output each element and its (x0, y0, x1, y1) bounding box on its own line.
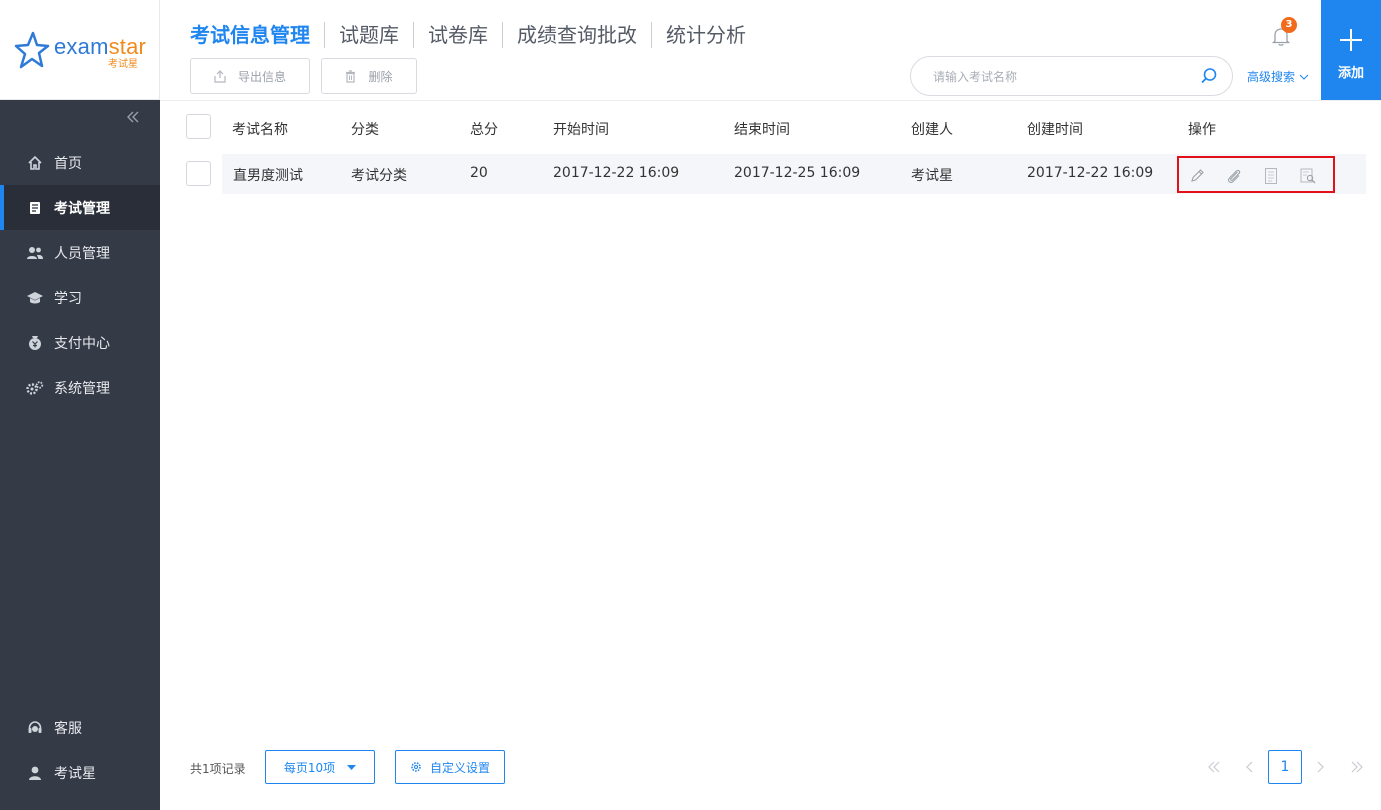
cell-creator: 考试星 (911, 168, 953, 184)
chevron-down-icon (1299, 74, 1309, 80)
custom-settings-label: 自定义设置 (429, 760, 490, 775)
add-button[interactable]: 添加 (1321, 0, 1381, 100)
custom-settings-button[interactable]: 自定义设置 (395, 750, 505, 784)
search-input[interactable] (933, 67, 1183, 87)
sidebar-item-label: 考试星 (54, 765, 96, 782)
next-page-icon[interactable] (1303, 750, 1337, 784)
sidebar-item-exam-management[interactable]: 考试管理 (0, 185, 160, 230)
total-records: 共1项记录 (190, 762, 246, 776)
tab-statistics[interactable]: 统计分析 (651, 22, 760, 48)
export-icon (214, 69, 226, 83)
sidebar-item-label: 首页 (54, 155, 82, 172)
sidebar-item-system[interactable]: 系统管理 (0, 365, 160, 410)
sidebar-item-label: 人员管理 (54, 245, 110, 262)
add-label: 添加 (1337, 66, 1364, 81)
tab-question-bank[interactable]: 试题库 (324, 22, 413, 48)
caret-down-icon (347, 764, 357, 770)
payment-icon (26, 334, 44, 352)
sidebar-item-label: 支付中心 (54, 335, 110, 352)
last-page-icon[interactable] (1340, 750, 1374, 784)
sidebar-item-label: 客服 (54, 720, 82, 737)
logo[interactable]: examstar 考试星 (0, 0, 160, 100)
export-button[interactable]: 导出信息 (190, 58, 310, 94)
search-box (910, 56, 1233, 96)
tab-exam-info[interactable]: 考试信息管理 (190, 22, 324, 48)
sidebar-item-customer-service[interactable]: 客服 (0, 705, 160, 750)
row-actions-highlight (1177, 156, 1335, 193)
delete-label: 删除 (368, 69, 393, 84)
column-header-end-time: 结束时间 (734, 122, 790, 138)
advanced-search-label: 高级搜索 (1247, 70, 1296, 84)
cell-category: 考试分类 (351, 168, 407, 184)
sidebar-item-label: 考试管理 (54, 200, 110, 217)
cell-end-time: 2017-12-25 16:09 (734, 165, 861, 181)
sidebar-item-label: 系统管理 (54, 380, 110, 397)
export-label: 导出信息 (237, 69, 286, 84)
headset-icon (26, 719, 44, 737)
settings-gear-icon (410, 761, 422, 773)
exam-icon (26, 199, 44, 217)
graduation-cap-icon (26, 289, 44, 307)
tab-paper-bank[interactable]: 试卷库 (413, 22, 502, 48)
advanced-search-link[interactable]: 高级搜索 (1247, 68, 1309, 85)
column-header-score: 总分 (470, 122, 498, 138)
preview-document-icon[interactable] (1299, 167, 1317, 185)
paperclip-icon[interactable] (1225, 167, 1243, 185)
column-header-actions: 操作 (1188, 122, 1216, 138)
gears-icon (26, 379, 44, 397)
collapse-sidebar-icon[interactable] (124, 110, 142, 128)
delete-button[interactable]: 删除 (321, 58, 417, 94)
brand-subtitle: 考试星 (108, 59, 138, 70)
cell-start-time: 2017-12-22 16:09 (553, 165, 680, 181)
cell-created-time: 2017-12-22 16:09 (1027, 165, 1154, 181)
sidebar-item-label: 学习 (54, 290, 82, 307)
search-icon[interactable] (1200, 67, 1218, 89)
home-icon (26, 154, 44, 172)
sidebar-item-payment[interactable]: 支付中心 (0, 320, 160, 365)
page-number-current[interactable]: 1 (1268, 750, 1302, 784)
column-header-creator: 创建人 (911, 122, 953, 138)
select-all-checkbox[interactable] (186, 114, 211, 139)
column-header-name: 考试名称 (232, 122, 288, 138)
sidebar-item-home[interactable]: 首页 (0, 140, 160, 185)
header-tabs: 考试信息管理 试题库 试卷库 成绩查询批改 统计分析 (190, 22, 760, 48)
user-icon (26, 764, 44, 782)
row-checkbox[interactable] (186, 161, 211, 186)
users-icon (26, 244, 44, 262)
trash-icon (345, 69, 356, 83)
sidebar-item-learning[interactable]: 学习 (0, 275, 160, 320)
cell-exam-name[interactable]: 直男度测试 (233, 165, 303, 185)
per-page-label: 每页10项 (283, 760, 336, 775)
sidebar-item-account[interactable]: 考试星 (0, 750, 160, 795)
column-header-start-time: 开始时间 (553, 122, 609, 138)
notification-badge: 3 (1281, 17, 1297, 33)
edit-pencil-icon[interactable] (1188, 167, 1206, 185)
document-icon[interactable] (1262, 167, 1280, 185)
sidebar-item-user-management[interactable]: 人员管理 (0, 230, 160, 275)
column-header-created-time: 创建时间 (1027, 122, 1083, 138)
first-page-icon[interactable] (1197, 750, 1231, 784)
header-divider (160, 100, 1381, 101)
per-page-select[interactable]: 每页10项 (265, 750, 375, 784)
star-logo-icon (14, 31, 50, 69)
prev-page-icon[interactable] (1233, 750, 1267, 784)
cell-score: 20 (470, 165, 488, 181)
tab-score-review[interactable]: 成绩查询批改 (502, 22, 651, 48)
column-header-category: 分类 (351, 122, 379, 138)
plus-icon (1340, 29, 1362, 51)
